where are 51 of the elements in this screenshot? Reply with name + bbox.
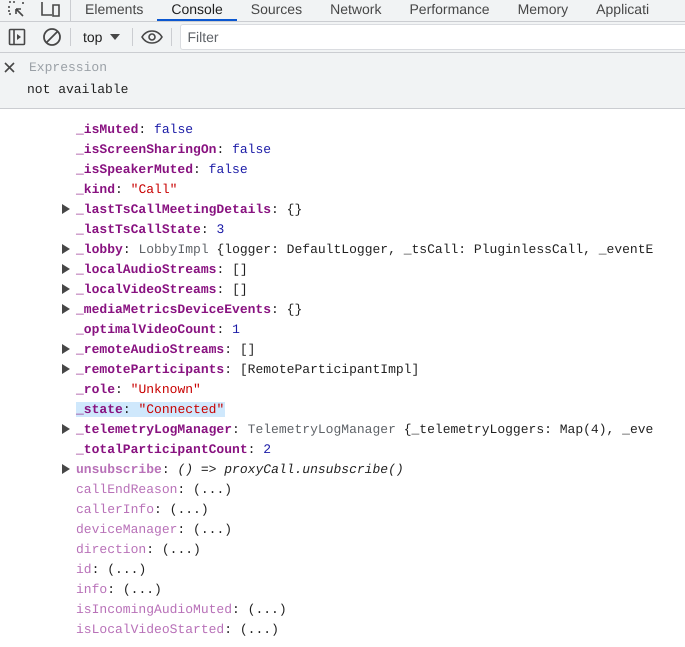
property-line: _localVideoStreams: []: [76, 282, 249, 296]
expand-triangle-icon[interactable]: [62, 204, 70, 214]
property-line: _lastTsCallMeetingDetails: {}: [76, 202, 304, 216]
property-line: _kind: "Call": [76, 182, 178, 196]
expand-triangle-icon[interactable]: [62, 344, 70, 354]
property-line: info: (...): [76, 582, 163, 596]
expression-field[interactable]: Expression: [29, 60, 229, 75]
panel-tab[interactable]: Applicati: [582, 2, 664, 21]
expand-triangle-icon[interactable]: [62, 424, 70, 434]
property-line: _isScreenSharingOn: false: [76, 142, 272, 156]
sidebar-toggle-icon[interactable]: [8, 28, 26, 46]
clear-console-icon[interactable]: [42, 27, 62, 47]
property-line: _telemetryLogManager: TelemetryLogManager {_telemetryLoggers: Map(4), _eve: [76, 422, 654, 436]
eye-icon[interactable]: [141, 30, 164, 44]
property-line: _isSpeakerMuted: false: [76, 162, 249, 176]
expand-triangle-icon[interactable]: [62, 464, 70, 474]
property-line: _localAudioStreams: []: [76, 262, 249, 276]
property-line: _remoteAudioStreams: []: [76, 342, 256, 356]
property-line: isLocalVideoStarted: (...): [76, 622, 280, 636]
panel-tab[interactable]: Sources: [236, 2, 316, 21]
property-line: isIncomingAudioMuted: (...): [76, 602, 288, 616]
panel-tab[interactable]: Performance: [395, 2, 504, 21]
expand-triangle-icon[interactable]: [62, 284, 70, 294]
property-line: id: (...): [76, 562, 148, 576]
expand-triangle-icon[interactable]: [62, 304, 70, 314]
caret-icon: [110, 34, 120, 40]
expression-result: not available: [26, 81, 130, 97]
panel-tab[interactable]: Elements: [71, 2, 158, 21]
inspect-element-icon[interactable]: [8, 1, 26, 17]
property-line: _totalParticipantCount: 2: [76, 442, 272, 456]
property-line: _remoteParticipants: [RemoteParticipantImpl]: [76, 362, 420, 376]
property-line: _lastTsCallState: 3: [76, 222, 226, 236]
property-line: _isMuted: false: [76, 122, 194, 136]
property-line: callerInfo: (...): [76, 502, 210, 516]
property-line: _mediaMetricsDeviceEvents: {}: [76, 302, 304, 316]
panel-tab[interactable]: Network: [316, 2, 396, 21]
context-dropdown[interactable]: top: [79, 29, 124, 45]
property-line: unsubscribe: () => proxyCall.unsubscribe(): [76, 462, 405, 476]
filter-field[interactable]: Filter: [180, 24, 685, 50]
expand-triangle-icon[interactable]: [62, 264, 70, 274]
property-line: deviceManager: (...): [76, 522, 234, 536]
property-line: _lobby: LobbyImpl {logger: DefaultLogger, _tsCall: PluginlessCall, _eventE: [76, 242, 654, 256]
panel-tab[interactable]: Memory: [504, 2, 582, 21]
property-line: _role: "Unknown": [76, 382, 202, 396]
device-toolbar-icon[interactable]: [40, 1, 60, 17]
property-line: _optimalVideoCount: 1: [76, 322, 241, 336]
property-line: callEndReason: (...): [76, 482, 234, 496]
close-icon[interactable]: [4, 62, 15, 73]
expand-triangle-icon[interactable]: [62, 364, 70, 374]
expand-triangle-icon[interactable]: [62, 244, 70, 254]
property-line: direction: (...): [76, 542, 202, 556]
